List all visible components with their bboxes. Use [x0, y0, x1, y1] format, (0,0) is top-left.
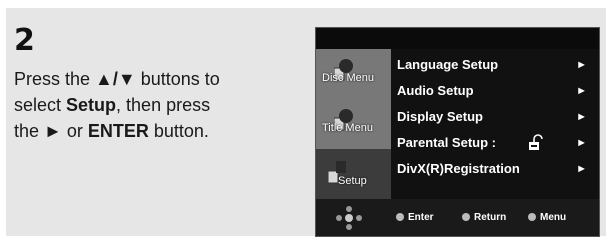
enter-hint: Enter: [396, 212, 434, 223]
menu-item-language-setup[interactable]: Language Setup ►: [397, 53, 593, 77]
chevron-right-icon: ►: [576, 111, 587, 123]
chevron-right-icon: ►: [576, 163, 587, 175]
menu-item-display-setup[interactable]: Display Setup ►: [397, 105, 593, 129]
right-arrow: ►: [44, 121, 62, 141]
instruction-text: , then press: [116, 95, 211, 115]
lock-icon: [529, 134, 543, 150]
instruction-text: the: [14, 121, 45, 141]
setup-keyword: Setup: [66, 95, 117, 115]
up-down-arrows: ▲/▼: [95, 69, 136, 89]
instruction-line-1: Press the ▲/▼ buttons to: [14, 66, 279, 92]
chevron-right-icon: ►: [576, 137, 587, 149]
setup-menu-list: Language Setup ► Audio Setup ► Display S…: [391, 49, 599, 199]
instruction-line-2: select Setup, then press: [14, 92, 279, 118]
return-label: Return: [474, 212, 507, 223]
menu-item-label: Parental Setup :: [397, 135, 496, 150]
menu-item-parental-setup[interactable]: Parental Setup : ►: [397, 131, 593, 155]
sidebar-label: Setup: [338, 175, 367, 187]
step-number: 2: [14, 23, 35, 58]
menu-item-label: Language Setup: [397, 57, 499, 72]
menu-icon: [528, 213, 536, 221]
sidebar-label: Disc Menu: [322, 72, 374, 84]
menu-item-label: DivX(R)Registration: [397, 161, 520, 176]
menu-item-label: Display Setup: [397, 109, 483, 124]
menu-label: Menu: [540, 212, 567, 223]
menu-item-label: Audio Setup: [397, 83, 474, 98]
instruction-text: select: [14, 95, 67, 115]
enter-icon: [396, 213, 404, 221]
instruction-text: button.: [148, 121, 209, 141]
chevron-right-icon: ►: [576, 85, 587, 97]
sidebar-item-disc-menu[interactable]: Disc Menu: [316, 49, 391, 97]
tv-screen: Disc Menu Title Menu Setup Language Setu…: [315, 27, 600, 237]
sidebar-item-setup[interactable]: Setup: [316, 149, 391, 199]
menu-item-audio-setup[interactable]: Audio Setup ►: [397, 79, 593, 103]
menu-item-divx-registration[interactable]: DivX(R)Registration ►: [397, 157, 593, 181]
navigation-arrows-icon: [336, 206, 362, 230]
sidebar-item-title-menu[interactable]: Title Menu: [316, 99, 391, 147]
menu-hint: Menu: [528, 212, 566, 223]
instruction-line-3: the ► or ENTER button.: [14, 118, 279, 144]
screen-sidebar: Disc Menu Title Menu Setup: [316, 49, 391, 199]
step-instructions: Press the ▲/▼ buttons to select Setup, t…: [14, 66, 279, 144]
chevron-right-icon: ►: [576, 59, 587, 71]
enter-keyword: ENTER: [87, 121, 149, 141]
instruction-text: buttons to: [135, 69, 220, 89]
sidebar-label: Title Menu: [322, 122, 373, 134]
enter-label: Enter: [408, 212, 434, 223]
instruction-text: or: [61, 121, 88, 141]
screen-hint-bar: Enter Return Menu: [316, 199, 599, 236]
return-icon: [462, 213, 470, 221]
instruction-text: Press the: [14, 69, 96, 89]
return-hint: Return: [462, 212, 506, 223]
